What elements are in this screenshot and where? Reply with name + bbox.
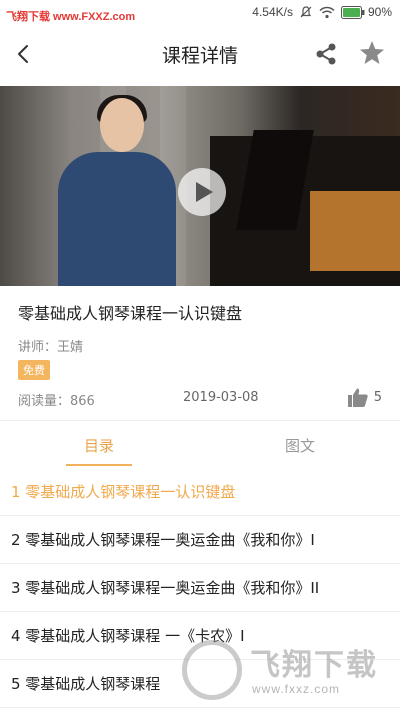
like-count: 5 (373, 390, 382, 405)
watermark-text: 飞翔下载 www.FXXZ.com (6, 11, 136, 23)
app-header: 课程详情 (0, 28, 400, 80)
lesson-list: 1 零基础成人钢琴课程一认识键盘 2 零基础成人钢琴课程一奥运金曲《我和你》I … (0, 468, 400, 708)
course-meta: 阅读量：866 2019-03-08 5 (18, 388, 382, 410)
content-tabs: 目录 图文 (0, 420, 400, 470)
wifi-icon (319, 6, 335, 18)
battery-level: 90% (367, 5, 392, 19)
teacher-face (100, 98, 144, 152)
lesson-item[interactable]: 2 零基础成人钢琴课程一奥运金曲《我和你》I (0, 516, 400, 564)
play-icon (196, 182, 213, 202)
tab-catalog[interactable]: 目录 (84, 435, 114, 456)
status-bar: 飞翔下载 www.FXXZ.com 4.54K/s 90% (0, 0, 400, 28)
lesson-item[interactable]: 3 零基础成人钢琴课程一奥运金曲《我和你》II (0, 564, 400, 612)
bell-off-icon (300, 6, 312, 18)
read-count: 阅读量：866 (18, 394, 95, 409)
share-button[interactable] (312, 40, 340, 68)
free-badge: 免费 (18, 360, 50, 380)
network-speed: 4.54K/s (252, 5, 293, 19)
piano-wood-image (310, 191, 400, 271)
like-button[interactable]: 5 (347, 388, 382, 407)
lesson-item[interactable]: 4 零基础成人钢琴课程 一《卡农》I (0, 612, 400, 660)
course-title: 零基础成人钢琴课程一认识键盘 (18, 304, 243, 323)
battery: 90% (340, 5, 392, 19)
favorite-button[interactable] (358, 39, 386, 67)
status-indicators: 4.54K/s 90% (252, 5, 392, 19)
lesson-item[interactable]: 5 零基础成人钢琴课程 (0, 660, 400, 708)
page-title: 课程详情 (161, 45, 238, 67)
publish-date: 2019-03-08 (183, 390, 259, 405)
teacher-figure (58, 152, 176, 286)
thumbs-up-icon (347, 388, 368, 407)
teacher-name: 讲师：王婧 (18, 340, 84, 355)
video-player[interactable] (0, 86, 400, 286)
tab-active-indicator (66, 464, 132, 466)
share-icon (316, 43, 336, 65)
battery-icon (340, 5, 365, 19)
lesson-item[interactable]: 1 零基础成人钢琴课程一认识键盘 (0, 468, 400, 516)
play-button[interactable] (178, 168, 226, 216)
star-icon (360, 41, 384, 64)
tab-article[interactable]: 图文 (285, 435, 315, 456)
